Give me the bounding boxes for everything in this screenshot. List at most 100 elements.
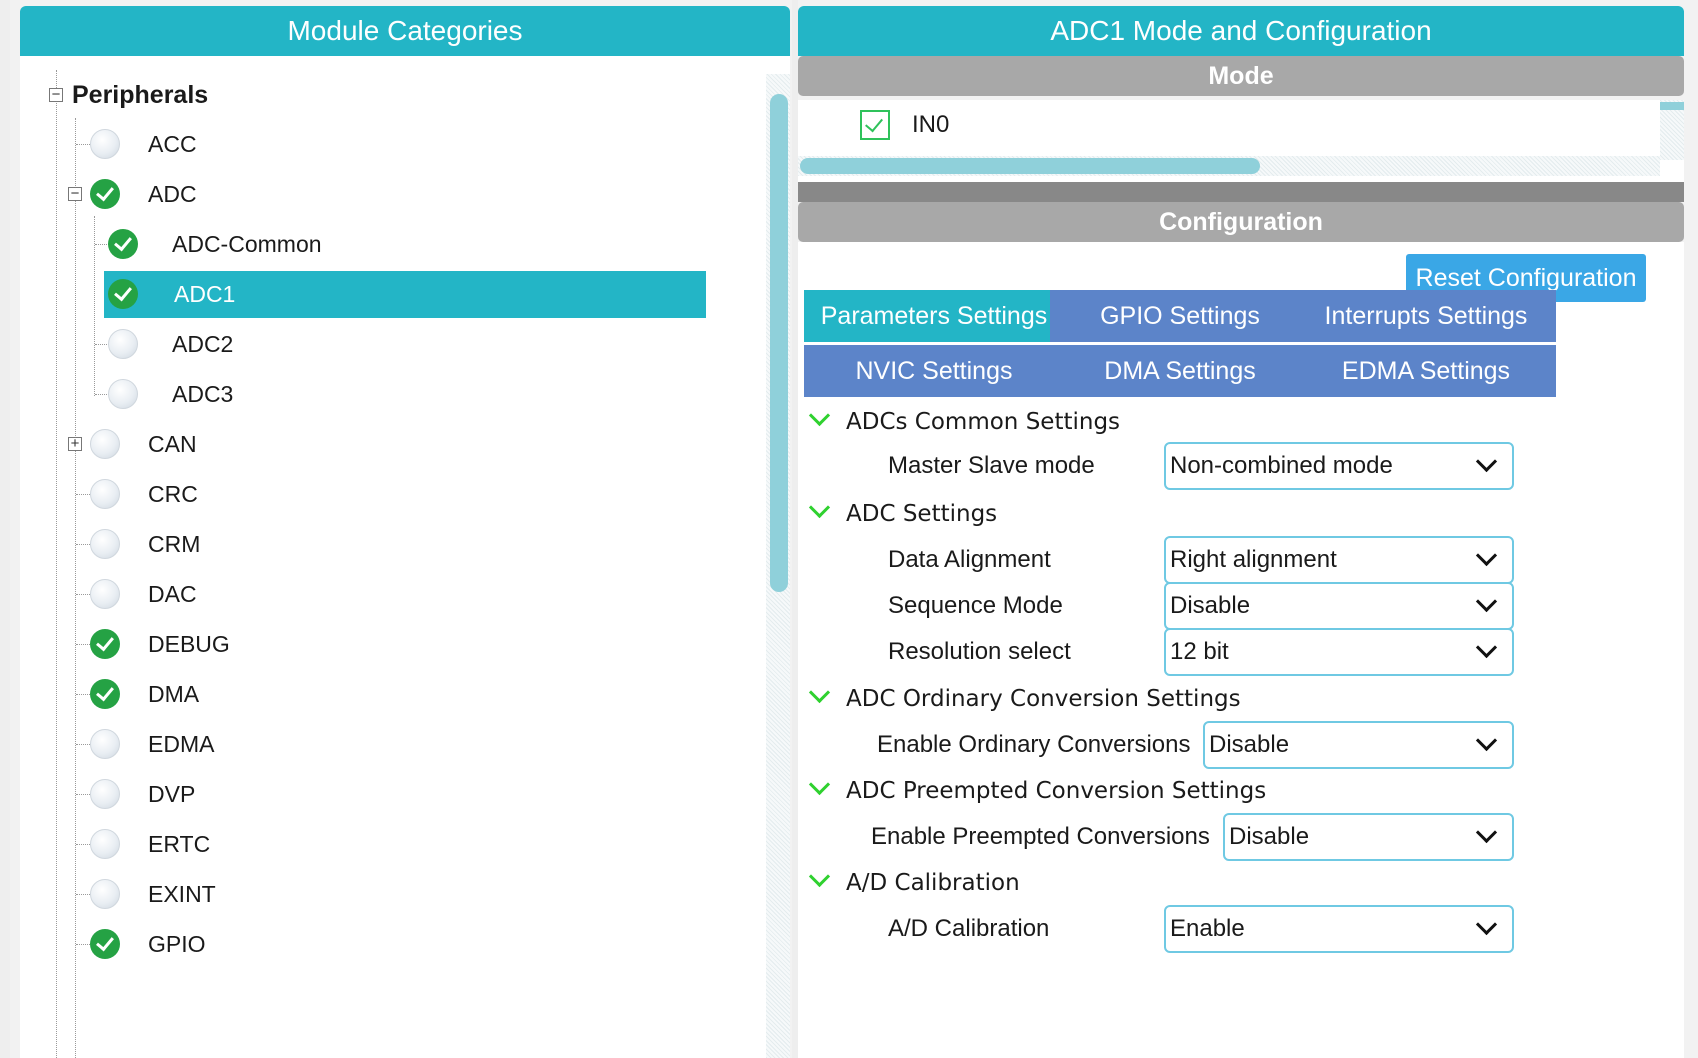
tree-branch-line [76, 844, 90, 845]
select-value: Disable [1229, 823, 1310, 850]
collapse-adc-icon[interactable]: − [68, 186, 82, 201]
mode-vertical-scrollbar-thumb[interactable] [1660, 102, 1684, 110]
mode-horizontal-scrollbar-thumb[interactable] [800, 158, 1260, 174]
status-off-icon [90, 479, 120, 509]
section-adcs-common-settings[interactable]: ADCs Common Settings [804, 402, 1664, 442]
master-slave-mode-select[interactable]: Non-combined mode [1164, 442, 1514, 490]
section-title: ADC Preempted Conversion Settings [846, 778, 1267, 804]
collapse-peripherals-icon[interactable]: − [49, 87, 63, 102]
tree-branch-line [76, 644, 90, 645]
param-label: Sequence Mode [888, 592, 1063, 619]
chevron-down-icon [1475, 450, 1498, 473]
tree-branch-line [76, 544, 90, 545]
tree-item-label: ADC2 [172, 331, 234, 357]
mode-horizontal-scrollbar[interactable] [798, 156, 1660, 176]
in0-label: IN0 [912, 111, 950, 138]
tab-dma-settings[interactable]: DMA Settings [1050, 345, 1310, 397]
tree-item-adc2[interactable]: ADC2 [108, 319, 708, 369]
tab-parameters-settings[interactable]: Parameters Settings [804, 290, 1064, 342]
enable-preempted-conversions-select[interactable]: Disable [1223, 813, 1514, 861]
chevron-down-icon [808, 496, 831, 519]
tree-scrollbar-thumb[interactable] [770, 94, 788, 592]
mode-vertical-scrollbar[interactable] [1660, 100, 1684, 160]
section-title: ADCs Common Settings [846, 409, 1121, 435]
tree-branch-line [76, 794, 90, 795]
tree-item-label: ADC [148, 181, 197, 207]
tree-item-label: EXINT [148, 881, 216, 907]
tree-root-peripherals[interactable]: Peripherals [72, 70, 672, 120]
tree-item-dma[interactable]: DMA [90, 669, 690, 719]
sequence-mode-select[interactable]: Disable [1164, 582, 1514, 630]
status-ok-icon [90, 179, 120, 209]
resolution-select[interactable]: 12 bit [1164, 628, 1514, 676]
param-label: Resolution select [888, 638, 1071, 665]
tree-item-crc[interactable]: CRC [90, 469, 690, 519]
tree-item-debug[interactable]: DEBUG [90, 619, 690, 669]
status-off-icon [90, 129, 120, 159]
tab-nvic-settings[interactable]: NVIC Settings [804, 345, 1064, 397]
tree-scrollbar[interactable] [766, 74, 790, 1058]
param-label: A/D Calibration [888, 915, 1050, 942]
tree-item-adc3[interactable]: ADC3 [108, 369, 708, 419]
tab-gpio-settings[interactable]: GPIO Settings [1050, 290, 1310, 342]
tree-guide-line [75, 118, 76, 1058]
tree-branch-line [76, 144, 90, 145]
expand-can-icon[interactable]: + [68, 436, 82, 451]
tree-item-label: ERTC [148, 831, 211, 857]
tree-item-label: ADC-Common [172, 231, 322, 257]
tree-item-can[interactable]: CAN [90, 419, 690, 469]
section-ad-calibration[interactable]: A/D Calibration [804, 863, 1664, 903]
tree-item-label: ADC3 [172, 381, 234, 407]
chevron-down-icon [1475, 913, 1498, 936]
tree-item-ertc[interactable]: ERTC [90, 819, 690, 869]
tree-item-dvp[interactable]: DVP [90, 769, 690, 819]
mode-section-header[interactable]: Mode [798, 56, 1684, 96]
tree-item-label: EDMA [148, 731, 215, 757]
configuration-section-header[interactable]: Configuration [798, 202, 1684, 242]
status-off-icon [108, 329, 138, 359]
status-off-icon [90, 779, 120, 809]
module-categories-header: Module Categories [20, 6, 790, 56]
tree-item-label: ADC1 [174, 281, 236, 307]
tree-item-label: DMA [148, 681, 200, 707]
tree-item-edma[interactable]: EDMA [90, 719, 690, 769]
chevron-down-icon [1475, 821, 1498, 844]
status-ok-icon [90, 929, 120, 959]
tree-branch-line [95, 344, 109, 345]
status-off-icon [90, 829, 120, 859]
tree-item-adc1[interactable]: ADC1 [104, 271, 706, 318]
tab-edma-settings[interactable]: EDMA Settings [1296, 345, 1556, 397]
tree-item-label: DVP [148, 781, 196, 807]
tree-branch-line [76, 744, 90, 745]
status-off-icon [90, 579, 120, 609]
tree-item-acc[interactable]: ACC [90, 119, 690, 169]
module-categories-panel: Module Categories − Peripherals ACC − AD… [10, 0, 792, 1058]
tree-guide-line [56, 70, 57, 1058]
select-value: Disable [1209, 731, 1290, 758]
section-adc-settings[interactable]: ADC Settings [804, 494, 1664, 534]
select-value: Non-combined mode [1170, 452, 1393, 479]
splitter-bar[interactable] [798, 182, 1684, 202]
tree-item-dac[interactable]: DAC [90, 569, 690, 619]
param-label: Data Alignment [888, 546, 1051, 573]
chevron-down-icon [1475, 590, 1498, 613]
tree-item-gpio[interactable]: GPIO [90, 919, 690, 969]
ad-calibration-select[interactable]: Enable [1164, 905, 1514, 953]
tree-item-crm[interactable]: CRM [90, 519, 690, 569]
tree-item-adc-common[interactable]: ADC-Common [108, 219, 708, 269]
tree-root-label: Peripherals [72, 81, 209, 109]
tree-item-adc[interactable]: ADC [90, 169, 690, 219]
tab-interrupts-settings[interactable]: Interrupts Settings [1296, 290, 1556, 342]
tree-item-label: ACC [148, 131, 197, 157]
in0-checkbox[interactable] [860, 110, 890, 140]
select-value: 12 bit [1170, 638, 1229, 665]
section-adc-preempted-conversion-settings[interactable]: ADC Preempted Conversion Settings [804, 771, 1664, 811]
tree-branch-line [95, 394, 109, 395]
tree-branch-line [95, 244, 109, 245]
enable-ordinary-conversions-select[interactable]: Disable [1203, 721, 1514, 769]
section-title: A/D Calibration [846, 870, 1020, 896]
data-alignment-select[interactable]: Right alignment [1164, 536, 1514, 584]
tree-item-exint[interactable]: EXINT [90, 869, 690, 919]
status-ok-icon [90, 629, 120, 659]
section-adc-ordinary-conversion-settings[interactable]: ADC Ordinary Conversion Settings [804, 679, 1664, 719]
